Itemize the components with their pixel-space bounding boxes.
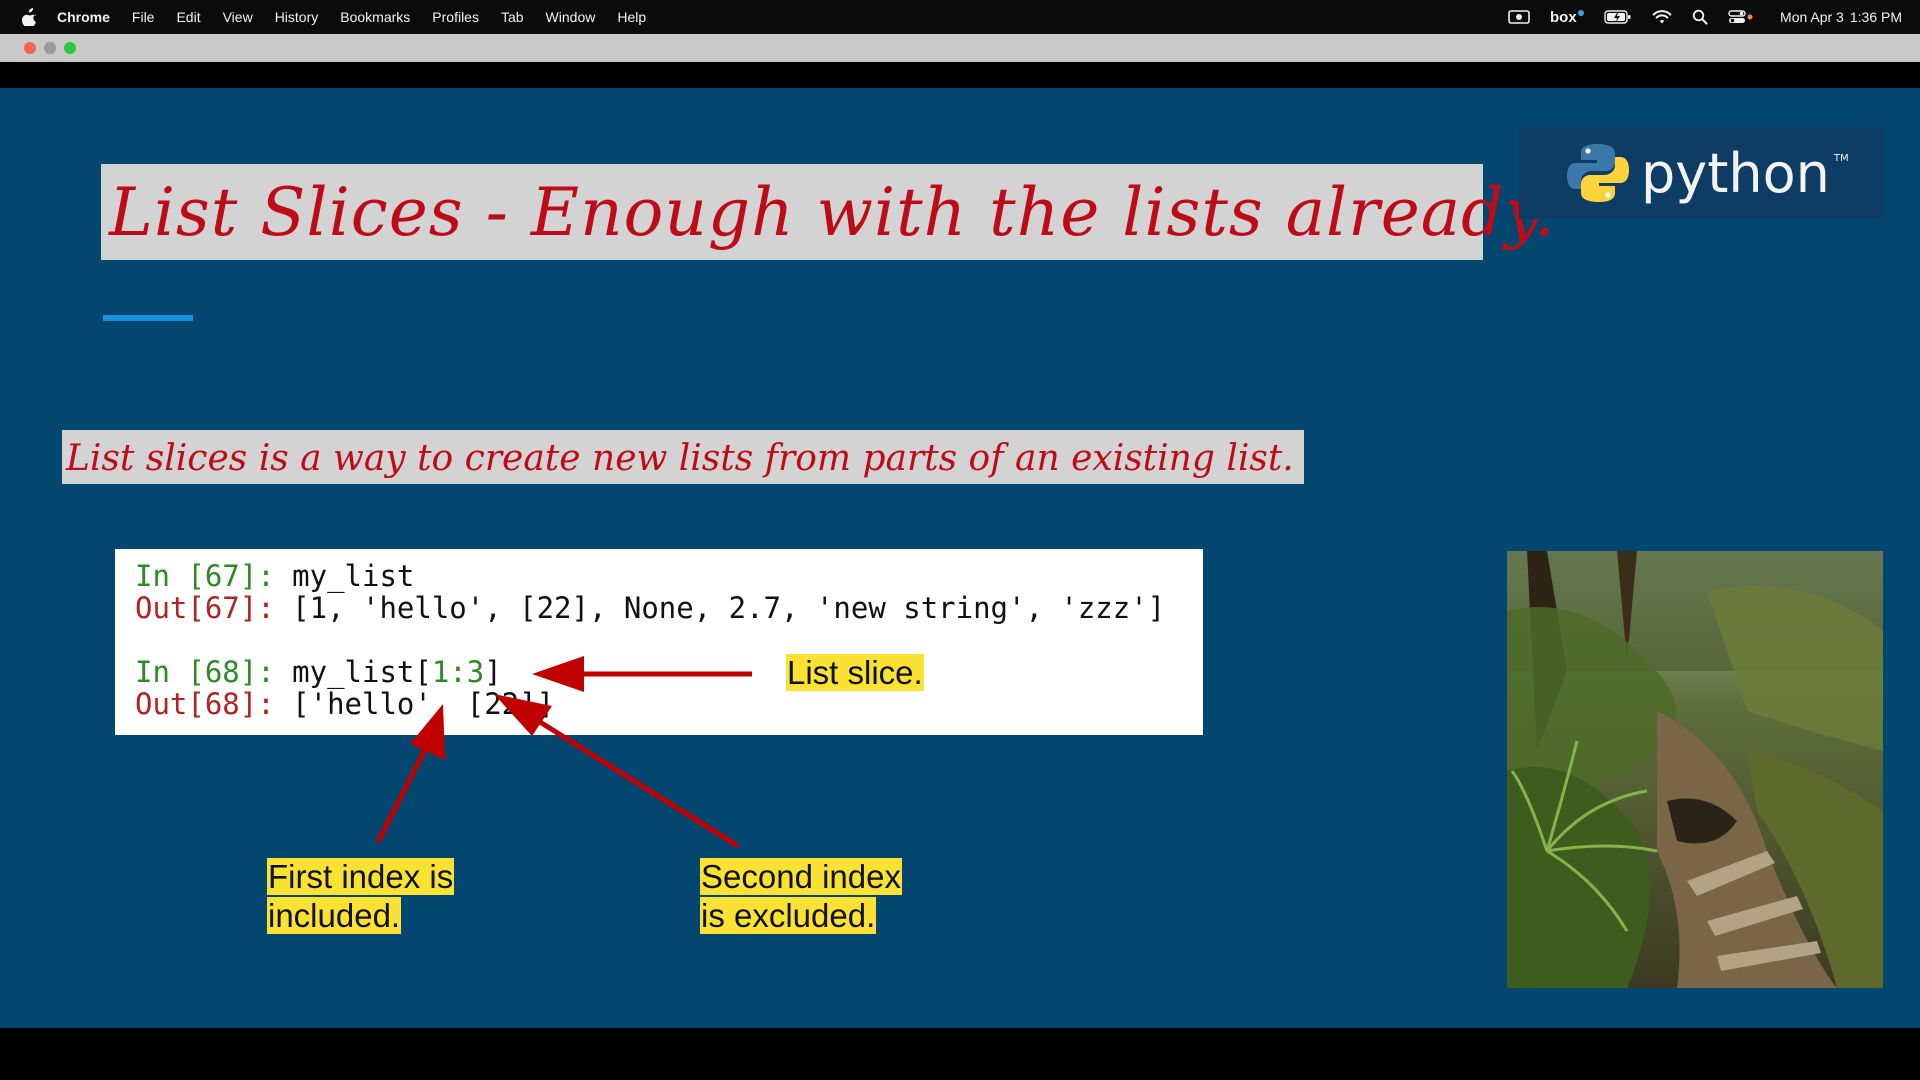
- fullscreen-window-button[interactable]: [64, 42, 76, 54]
- wifi-icon[interactable]: [1652, 9, 1672, 25]
- trademark-mark: TM: [1833, 153, 1849, 164]
- python-snake-icon: [1567, 144, 1629, 202]
- close-window-button[interactable]: [24, 42, 36, 54]
- arrow-second-index: [494, 694, 740, 849]
- label-second-index-line2: is excluded.: [700, 897, 877, 934]
- label-second-index-line1: Second index: [700, 858, 902, 895]
- box-icon[interactable]: box: [1550, 9, 1585, 25]
- svg-text:box: box: [1550, 9, 1577, 25]
- status-area: box Mon Apr 3 1:36 PM: [1508, 0, 1920, 34]
- menu-history[interactable]: History: [275, 9, 319, 25]
- python-wordmark: python: [1641, 141, 1830, 205]
- search-icon[interactable]: [1692, 9, 1708, 25]
- python-logo: python TM: [1519, 127, 1884, 219]
- arrow-first-index: [375, 704, 445, 844]
- arrow-list-slice: [532, 656, 752, 692]
- battery-icon[interactable]: [1604, 10, 1632, 24]
- label-second-index: Second index is excluded.: [700, 858, 902, 936]
- menu-file[interactable]: File: [132, 9, 155, 25]
- screen-record-icon[interactable]: [1508, 9, 1530, 25]
- letterbox-top: [0, 62, 1920, 88]
- menu-edit[interactable]: Edit: [176, 9, 200, 25]
- menu-help[interactable]: Help: [617, 9, 646, 25]
- trail-photo: [1507, 551, 1883, 988]
- minimize-window-button[interactable]: [44, 42, 56, 54]
- label-first-index-line2: included.: [267, 897, 402, 934]
- menu-bar: Chrome File Edit View History Bookmarks …: [0, 0, 1920, 34]
- letterbox-bottom: [0, 1028, 1920, 1080]
- presentation-slide: List Slices - Enough with the lists alre…: [0, 88, 1920, 1028]
- label-first-index-line1: First index is: [267, 858, 455, 895]
- menu-profiles[interactable]: Profiles: [432, 9, 479, 25]
- menu-app-name[interactable]: Chrome: [57, 9, 110, 25]
- clock-date: Mon Apr 3: [1780, 9, 1844, 25]
- menu-view[interactable]: View: [223, 9, 253, 25]
- label-list-slice-text: List slice.: [786, 654, 924, 691]
- menu-window[interactable]: Window: [546, 9, 596, 25]
- label-list-slice: List slice.: [786, 654, 924, 692]
- menu-bookmarks[interactable]: Bookmarks: [340, 9, 410, 25]
- label-first-index: First index is included.: [267, 858, 455, 936]
- menu-clock[interactable]: Mon Apr 3 1:36 PM: [1774, 9, 1902, 25]
- apple-icon[interactable]: [19, 6, 41, 28]
- window-title-bar: [0, 34, 1920, 62]
- clock-time: 1:36 PM: [1849, 9, 1902, 25]
- control-center-icon[interactable]: [1728, 9, 1754, 25]
- menu-tab[interactable]: Tab: [501, 9, 524, 25]
